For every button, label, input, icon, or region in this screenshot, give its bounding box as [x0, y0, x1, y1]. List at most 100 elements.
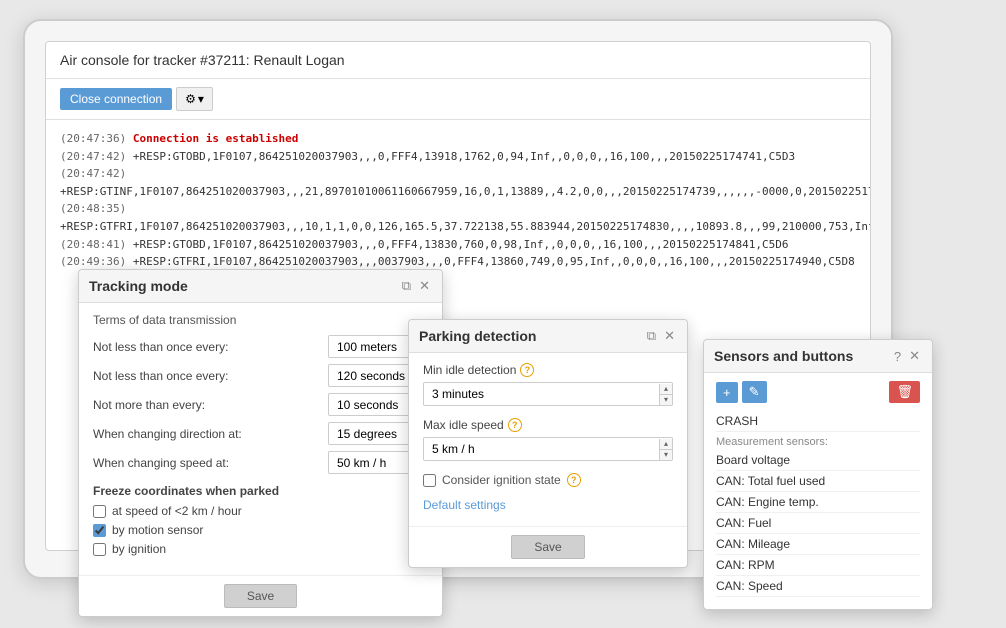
freeze-speed-label: at speed of <2 km / hour — [112, 504, 242, 518]
max-speed-label: Max idle speed — [423, 418, 504, 432]
form-row-seconds-max: Not more than every: 10 seconds ▴ ▾ — [93, 393, 428, 416]
parking-detection-title: Parking detection — [419, 328, 536, 344]
ignition-row: Consider ignition state ? — [423, 473, 673, 487]
sensor-fuel: CAN: Fuel — [716, 513, 920, 534]
form-label-speed: When changing speed at: — [93, 456, 328, 470]
measurement-label: Measurement sensors: — [716, 432, 920, 450]
tracking-mode-body: Terms of data transmission Not less than… — [79, 303, 442, 575]
tracking-mode-footer: Save — [79, 575, 442, 616]
plus-icon: + — [723, 385, 731, 400]
freeze-section: Freeze coordinates when parked at speed … — [93, 484, 428, 556]
sensors-header: Sensors and buttons ? ✕ — [704, 340, 932, 373]
freeze-motion-label: by motion sensor — [112, 523, 203, 537]
question-icon: ? — [894, 349, 901, 364]
delete-sensor-button[interactable]: 🗑 — [889, 381, 920, 403]
seconds-max-value: 10 seconds — [329, 395, 414, 415]
settings-button[interactable]: ⚙ ▾ — [176, 87, 213, 111]
max-speed-select[interactable]: 5 km / h ▴ ▾ — [423, 437, 673, 461]
min-idle-down[interactable]: ▾ — [660, 395, 672, 405]
panel-icon-group: ⧉ ✕ — [400, 278, 432, 294]
freeze-speed-checkbox[interactable] — [93, 505, 106, 518]
default-settings-link[interactable]: Default settings — [423, 498, 506, 512]
console-line: (20:48:35) +RESP:GTFRI,1F0107,8642510200… — [60, 200, 856, 235]
seconds-min-value: 120 seconds — [329, 366, 414, 386]
terms-section-label: Terms of data transmission — [93, 313, 428, 327]
console-line: (20:48:41) +RESP:GTOBD,1F0107,8642510200… — [60, 236, 856, 254]
copy-panel-button[interactable]: ⧉ — [400, 278, 413, 294]
min-idle-label-row: Min idle detection ? — [423, 363, 673, 377]
degrees-value: 15 degrees — [329, 424, 414, 444]
sensors-title: Sensors and buttons — [714, 348, 853, 364]
chevron-down-icon: ▾ — [198, 92, 204, 106]
sensor-rpm: CAN: RPM — [716, 555, 920, 576]
freeze-option-motion: by motion sensor — [93, 523, 428, 537]
sensor-engine-temp: CAN: Engine temp. — [716, 492, 920, 513]
trash-icon: 🗑 — [896, 384, 913, 399]
close-panel-button[interactable]: ✕ — [417, 278, 432, 294]
gear-icon: ⚙ — [185, 92, 196, 106]
min-idle-select[interactable]: 3 minutes ▴ ▾ — [423, 382, 673, 406]
parking-panel-icons: ⧉ ✕ — [645, 328, 677, 344]
tracking-save-button[interactable]: Save — [224, 584, 297, 608]
form-label-meters: Not less than once every: — [93, 340, 328, 354]
meters-value: 100 meters — [329, 337, 414, 357]
speed-value: 50 km / h — [329, 453, 414, 473]
sensors-panel-icons: ? ✕ — [892, 348, 922, 364]
tracking-mode-panel: Tracking mode ⧉ ✕ Terms of data transmis… — [78, 269, 443, 617]
form-label-degrees: When changing direction at: — [93, 427, 328, 441]
sensor-speed: CAN: Speed — [716, 576, 920, 597]
parking-detection-panel: Parking detection ⧉ ✕ Min idle detection… — [408, 319, 688, 568]
ignition-help-icon[interactable]: ? — [567, 473, 581, 487]
copy-icon: ⧉ — [402, 278, 411, 293]
console-line: (20:47:42) +RESP:GTOBD,1F0107,8642510200… — [60, 148, 856, 166]
sensor-total-fuel: CAN: Total fuel used — [716, 471, 920, 492]
form-row-seconds-min: Not less than once every: 120 seconds ▴ … — [93, 364, 428, 387]
form-row-degrees: When changing direction at: 15 degrees ▴… — [93, 422, 428, 445]
console-toolbar: Close connection ⚙ ▾ — [46, 79, 870, 120]
console-line: (20:47:42) +RESP:GTINF,1F0107,8642510200… — [60, 165, 856, 200]
ignition-label: Consider ignition state — [442, 473, 561, 487]
parking-detection-header: Parking detection ⧉ ✕ — [409, 320, 687, 353]
max-speed-spinner: ▴ ▾ — [659, 439, 672, 460]
ignition-checkbox[interactable] — [423, 474, 436, 487]
add-sensor-button[interactable]: + — [716, 382, 738, 403]
sensors-question-button[interactable]: ? — [892, 348, 903, 364]
sensors-close-button[interactable]: ✕ — [907, 348, 922, 364]
form-label-seconds-min: Not less than once every: — [93, 369, 328, 383]
min-idle-value: 3 minutes — [424, 383, 659, 405]
freeze-label: Freeze coordinates when parked — [93, 484, 428, 498]
close-icon: ✕ — [664, 328, 675, 343]
freeze-ignition-label: by ignition — [112, 542, 166, 556]
tracking-mode-title: Tracking mode — [89, 278, 188, 294]
parking-save-button[interactable]: Save — [511, 535, 584, 559]
freeze-ignition-checkbox[interactable] — [93, 543, 106, 556]
sensors-toolbar: + ✎ 🗑 — [716, 381, 920, 403]
console-line: (20:47:36) Connection is established — [60, 130, 856, 148]
close-icon: ✕ — [909, 348, 920, 363]
min-idle-help-icon[interactable]: ? — [520, 363, 534, 377]
min-idle-up[interactable]: ▴ — [660, 384, 672, 395]
tracking-mode-header: Tracking mode ⧉ ✕ — [79, 270, 442, 303]
parking-copy-button[interactable]: ⧉ — [645, 328, 658, 344]
close-connection-button[interactable]: Close connection — [60, 88, 172, 110]
max-speed-up[interactable]: ▴ — [660, 439, 672, 450]
parking-footer: Save — [409, 526, 687, 567]
max-speed-help-icon[interactable]: ? — [508, 418, 522, 432]
sensors-body: + ✎ 🗑 CRASH Measurement sensors: Board v… — [704, 373, 932, 609]
edit-sensor-button[interactable]: ✎ — [742, 381, 767, 403]
parking-close-button[interactable]: ✕ — [662, 328, 677, 344]
freeze-option-ignition: by ignition — [93, 542, 428, 556]
sensors-buttons-panel: Sensors and buttons ? ✕ + ✎ 🗑 — [703, 339, 933, 610]
min-idle-spinner: ▴ ▾ — [659, 384, 672, 405]
console-title: Air console for tracker #37211: Renault … — [46, 42, 870, 79]
console-output: (20:47:36) Connection is established (20… — [46, 120, 870, 281]
form-row-meters: Not less than once every: 100 meters ▴ ▾ — [93, 335, 428, 358]
form-row-speed: When changing speed at: 50 km / h ▴ ▾ — [93, 451, 428, 474]
crash-item: CRASH — [716, 411, 920, 432]
freeze-option-speed: at speed of <2 km / hour — [93, 504, 428, 518]
close-icon: ✕ — [419, 278, 430, 293]
freeze-motion-checkbox[interactable] — [93, 524, 106, 537]
max-speed-down[interactable]: ▾ — [660, 450, 672, 460]
max-speed-value: 5 km / h — [424, 438, 659, 460]
sensor-board-voltage: Board voltage — [716, 450, 920, 471]
